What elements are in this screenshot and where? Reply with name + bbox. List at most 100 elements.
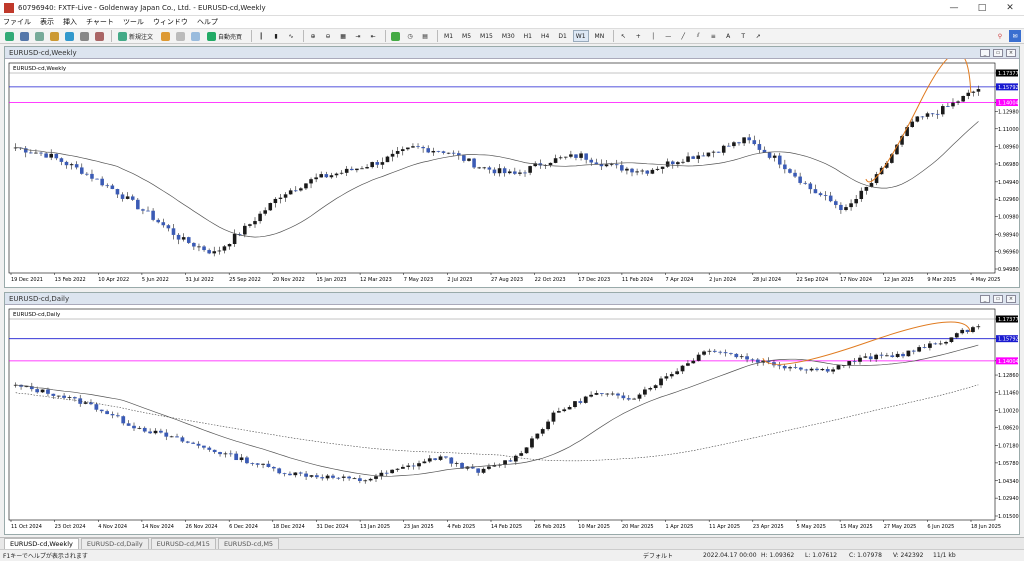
crosshair-icon[interactable]: + <box>632 30 644 42</box>
zoom-in-icon[interactable]: ⊕ <box>307 30 319 42</box>
data-window-icon[interactable] <box>48 30 60 42</box>
terminal-icon[interactable] <box>78 30 90 42</box>
candle-body <box>879 354 884 356</box>
tab-weekly[interactable]: EURUSD-cd,Weekly <box>4 538 79 549</box>
candle-body <box>161 222 166 226</box>
new-order-button[interactable]: 新規注文 <box>115 30 156 42</box>
periods-icon[interactable]: ◷ <box>404 30 416 42</box>
daily-minimize-icon[interactable]: _ <box>980 294 990 303</box>
tab-m5[interactable]: EURUSD-cd,M5 <box>217 538 280 549</box>
menu-tools[interactable]: ツール <box>123 17 144 27</box>
weekly-chart[interactable]: EURUSD-cd,Weekly 1.17377 1.15792 1.14004 1.1… <box>5 59 1019 287</box>
timeframe-m5[interactable]: M5 <box>459 30 474 42</box>
daily-chart-window[interactable]: EURUSD-cd,Daily _ ▭ × EURUSD-cd,Daily 1.1… <box>4 292 1020 535</box>
tab-daily[interactable]: EURUSD-cd,Daily <box>80 538 149 549</box>
date-label: 7 Apr 2024 <box>666 277 694 283</box>
trendline-icon[interactable]: ╱ <box>677 30 689 42</box>
text-icon[interactable]: A <box>722 30 734 42</box>
candle-body <box>670 161 675 165</box>
candle-body <box>227 244 232 247</box>
history-icon[interactable] <box>189 30 201 42</box>
weekly-chart-window[interactable]: EURUSD-cd,Weekly _ ▭ × EURUSD-cd,Weekly 1… <box>4 46 1020 288</box>
date-label: 11 Feb 2024 <box>622 277 653 283</box>
candle-body <box>809 368 814 371</box>
chat-icon[interactable]: ✉ <box>1009 30 1021 42</box>
candle-body <box>911 350 916 352</box>
bar-chart-icon[interactable]: ┃ <box>255 30 267 42</box>
menu-help[interactable]: ヘルプ <box>197 17 218 27</box>
weekly-close-icon[interactable]: × <box>1006 48 1016 57</box>
menu-file[interactable]: ファイル <box>3 17 31 27</box>
metaeditor-icon[interactable] <box>159 30 171 42</box>
candle-body <box>523 172 527 174</box>
timeframe-d1[interactable]: D1 <box>555 30 569 42</box>
date-label: 5 May 2025 <box>796 524 825 530</box>
navigator-icon[interactable] <box>63 30 75 42</box>
candle-body <box>589 159 594 163</box>
profiles-icon[interactable] <box>18 30 30 42</box>
candle-body <box>815 368 819 371</box>
candle-body <box>625 168 629 171</box>
maximize-icon[interactable]: □ <box>968 0 996 16</box>
candle-chart-icon[interactable]: ▮ <box>270 30 282 42</box>
tester-icon[interactable] <box>93 30 105 42</box>
search-icon[interactable]: ⚲ <box>994 30 1006 42</box>
weekly-minimize-icon[interactable]: _ <box>980 48 990 57</box>
auto-scroll-icon[interactable]: ⇥ <box>352 30 364 42</box>
vertical-line-icon[interactable]: │ <box>647 30 659 42</box>
menu-window[interactable]: ウィンドウ <box>153 17 188 27</box>
menu-insert[interactable]: 挿入 <box>63 17 77 27</box>
close-icon[interactable]: ✕ <box>996 0 1024 16</box>
candle-body <box>232 233 237 245</box>
candle-body <box>818 193 823 196</box>
price-label: 1.10020 <box>998 408 1019 414</box>
timeframe-w1[interactable]: W1 <box>572 30 589 42</box>
candle-body <box>446 152 451 154</box>
tab-m15[interactable]: EURUSD-cd,M15 <box>150 538 216 549</box>
candle-body <box>352 478 357 480</box>
new-chart-icon[interactable] <box>3 30 15 42</box>
daily-restore-icon[interactable]: ▭ <box>993 294 1003 303</box>
chart-shift-icon[interactable]: ⇤ <box>367 30 379 42</box>
candle-body <box>563 156 568 158</box>
market-watch-icon[interactable] <box>33 30 45 42</box>
candle-body <box>956 101 960 103</box>
candle-body <box>476 468 481 473</box>
tile-windows-icon[interactable]: ▦ <box>337 30 349 42</box>
timeframe-h4[interactable]: H4 <box>538 30 552 42</box>
line-chart-icon[interactable]: ∿ <box>285 30 297 42</box>
daily-chart[interactable]: EURUSD-cd,Daily 1.17377 1.15792 1.14004 1.12… <box>5 305 1019 534</box>
candle-body <box>655 168 660 170</box>
label-icon[interactable]: T <box>737 30 749 42</box>
candle-body <box>331 475 335 478</box>
candle-body <box>304 473 308 477</box>
options-icon[interactable] <box>174 30 186 42</box>
timeframe-m1[interactable]: M1 <box>441 30 456 42</box>
templates-icon[interactable]: ▤ <box>419 30 431 42</box>
minimize-icon[interactable]: — <box>940 0 968 16</box>
price-label: 0.96960 <box>998 250 1019 256</box>
zoom-out-icon[interactable]: ⊖ <box>322 30 334 42</box>
timeframe-h1[interactable]: H1 <box>521 30 535 42</box>
candle-body <box>39 152 43 154</box>
cursor-icon[interactable]: ↖ <box>617 30 629 42</box>
menu-charts[interactable]: チャート <box>86 17 114 27</box>
candle-body <box>535 433 540 439</box>
daily-close-icon[interactable]: × <box>1006 294 1016 303</box>
weekly-restore-icon[interactable]: ▭ <box>993 48 1003 57</box>
channel-icon[interactable]: ⫽ <box>692 30 704 42</box>
timeframe-mn[interactable]: MN <box>592 30 608 42</box>
timeframe-m30[interactable]: M30 <box>499 30 518 42</box>
timeframe-m15[interactable]: M15 <box>477 30 496 42</box>
date-label: 4 May 2025 <box>971 277 1000 283</box>
date-label: 2 Jul 2023 <box>447 277 472 283</box>
indicators-icon[interactable] <box>389 30 401 42</box>
candle-body <box>718 351 723 353</box>
arrows-icon[interactable]: ➚ <box>752 30 764 42</box>
auto-trade-button[interactable]: 自動売買 <box>204 30 245 42</box>
fibonacci-icon[interactable]: ≡ <box>707 30 719 42</box>
candle-body <box>304 183 308 189</box>
candle-body <box>680 365 685 372</box>
menu-view[interactable]: 表示 <box>40 17 54 27</box>
horizontal-line-icon[interactable]: — <box>662 30 674 42</box>
